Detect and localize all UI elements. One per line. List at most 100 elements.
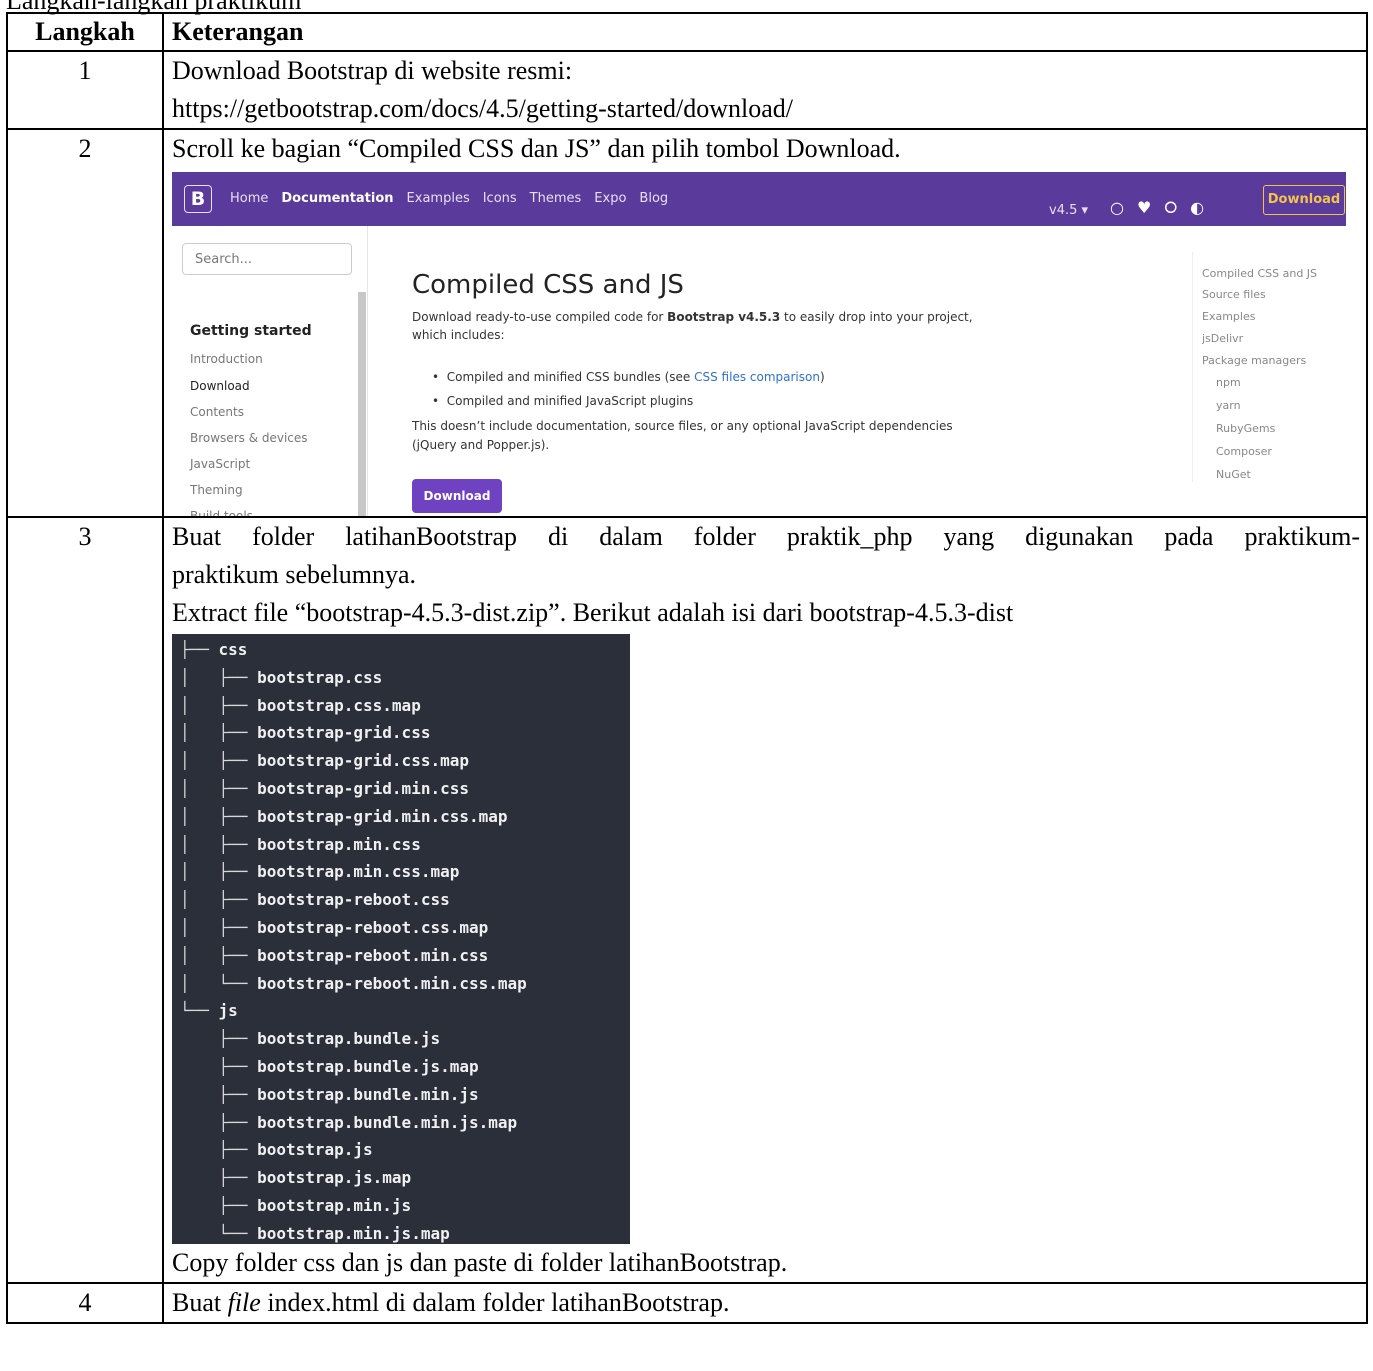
step-description: Buat file index.html di dalam folder lat…	[162, 1282, 1368, 1324]
tree-branch: │ ├──	[180, 834, 258, 854]
tree-line: ├── bootstrap.js	[172, 1136, 630, 1164]
steps-table: Langkah Keterangan 1 Download Bootstrap …	[6, 12, 1368, 1324]
tree-line: │ ├── bootstrap.min.css.map	[172, 858, 630, 886]
step-number: 3	[6, 516, 164, 1284]
table-header-row: Langkah Keterangan	[6, 12, 1368, 52]
tree-line: ├── bootstrap.bundle.js	[172, 1025, 630, 1053]
version-dropdown[interactable]: v4.5 ▾	[1049, 192, 1088, 230]
toc-divider	[1192, 252, 1193, 482]
note-paragraph-cont: (jQuery and Popper.js).	[412, 438, 550, 452]
sidebar-item-build-tools[interactable]: Build tools	[190, 497, 253, 516]
tree-branch: │ ├──	[180, 778, 258, 798]
tree-line: │ ├── bootstrap.min.css	[172, 831, 630, 859]
tree-line: ├── bootstrap.js.map	[172, 1164, 630, 1192]
nav-icons[interactable]: Icons	[483, 180, 517, 218]
tree-entry-name: bootstrap.bundle.js	[257, 1029, 441, 1049]
intro-paragraph: Download ready-to-use compiled code for …	[412, 310, 973, 324]
list-item: • Compiled and minified JavaScript plugi…	[432, 394, 694, 408]
tree-line: │ ├── bootstrap.css.map	[172, 692, 630, 720]
tree-line: ├── bootstrap.min.js	[172, 1192, 630, 1220]
bootstrap-logo[interactable]: B	[184, 185, 212, 213]
tree-entry-name: js	[218, 1001, 238, 1021]
tree-branch: │ ├──	[180, 917, 258, 937]
css-comparison-link[interactable]: CSS files comparison	[694, 370, 820, 384]
tree-entry-name: bootstrap.css.map	[257, 695, 421, 715]
tree-line: │ ├── bootstrap-grid.min.css.map	[172, 803, 630, 831]
twitter-icon[interactable]: ♥	[1137, 189, 1151, 227]
tree-branch: │ ├──	[180, 751, 258, 771]
tree-line: │ ├── bootstrap-grid.css.map	[172, 747, 630, 775]
tree-entry-name: bootstrap-reboot.css	[257, 890, 450, 910]
tree-branch: ├──	[180, 1140, 258, 1160]
tree-entry-name: bootstrap.bundle.js.map	[257, 1056, 479, 1076]
tree-branch: │ ├──	[180, 723, 258, 743]
opencollective-icon[interactable]: ⭘	[1164, 189, 1177, 227]
header-langkah: Langkah	[6, 12, 164, 52]
navbar-download-button[interactable]: Download	[1263, 185, 1345, 215]
tree-branch: └──	[180, 1223, 258, 1243]
nav-documentation[interactable]: Documentation	[281, 180, 393, 218]
tree-line: ├── css	[172, 636, 630, 664]
text-line: praktikum sebelumnya.	[172, 560, 417, 589]
tree-line: │ ├── bootstrap-reboot.min.css	[172, 942, 630, 970]
header-keterangan: Keterangan	[162, 12, 1368, 52]
tree-entry-name: bootstrap-grid.css.map	[257, 751, 469, 771]
tree-line: │ ├── bootstrap-reboot.css.map	[172, 914, 630, 942]
step-number: 1	[6, 50, 164, 130]
github-icon[interactable]: ○	[1110, 189, 1124, 227]
text-line: Download Bootstrap di website resmi:	[172, 56, 573, 85]
tree-branch: │ ├──	[180, 862, 258, 882]
tree-entry-name: bootstrap.min.js.map	[257, 1223, 450, 1243]
nav-themes[interactable]: Themes	[530, 180, 582, 218]
intro-paragraph-cont: which includes:	[412, 328, 505, 342]
toc-subitem[interactable]: NuGet	[1216, 456, 1251, 494]
folder-tree-screenshot: ├── css │ ├── bootstrap.css │ ├── bootstra…	[172, 634, 630, 1244]
tree-line: │ ├── bootstrap.css	[172, 664, 630, 692]
slack-icon[interactable]: ◐	[1190, 189, 1204, 227]
text-line: Scroll ke bagian “Compiled CSS dan JS” d…	[172, 134, 901, 163]
tree-entry-name: bootstrap-grid.min.css	[257, 778, 469, 798]
sidebar-divider	[367, 226, 368, 516]
tree-branch: │ └──	[180, 973, 258, 993]
table-row: 2 Scroll ke bagian “Compiled CSS dan JS”…	[6, 128, 1368, 518]
step-description: Download Bootstrap di website resmi: htt…	[162, 50, 1368, 130]
step-number: 4	[6, 1282, 164, 1324]
sidebar-scrollbar[interactable]	[358, 292, 366, 516]
tree-branch: │ ├──	[180, 890, 258, 910]
tree-branch: ├──	[180, 1029, 258, 1049]
text-line: Extract file “bootstrap-4.5.3-dist.zip”.…	[172, 598, 1014, 627]
step-description: Buat folder latihanBootstrap di dalam fo…	[162, 516, 1368, 1284]
tree-line: │ ├── bootstrap-grid.min.css	[172, 775, 630, 803]
download-url[interactable]: https://getbootstrap.com/docs/4.5/gettin…	[172, 90, 1360, 128]
tree-entry-name: bootstrap-reboot.min.css.map	[257, 973, 527, 993]
tree-line: │ └── bootstrap-reboot.min.css.map	[172, 970, 630, 998]
tree-branch: ├──	[180, 1112, 258, 1132]
tree-entry-name: bootstrap.bundle.min.js.map	[257, 1112, 518, 1132]
text-line: Copy folder css dan js dan paste di fold…	[172, 1248, 788, 1277]
tree-branch: │ ├──	[180, 945, 258, 965]
tree-entry-name: bootstrap.js.map	[257, 1168, 412, 1188]
tree-entry-name: bootstrap.min.js	[257, 1195, 412, 1215]
tree-entry-name: bootstrap.min.css	[257, 834, 421, 854]
tree-line: └── js	[172, 997, 630, 1025]
nav-blog[interactable]: Blog	[639, 180, 668, 218]
tree-branch: ├──	[180, 1195, 258, 1215]
page-heading: Compiled CSS and JS	[412, 270, 684, 300]
nav-expo[interactable]: Expo	[594, 180, 626, 218]
tree-branch: │ ├──	[180, 695, 258, 715]
tree-branch: ├──	[180, 640, 219, 659]
tree-line: ├── bootstrap.bundle.min.js	[172, 1081, 630, 1109]
nav-home[interactable]: Home	[230, 180, 268, 218]
tree-line: │ ├── bootstrap-grid.css	[172, 719, 630, 747]
tree-line: │ ├── bootstrap-reboot.css	[172, 886, 630, 914]
download-button[interactable]: Download	[412, 479, 502, 513]
tree-branch: ├──	[180, 1084, 258, 1104]
table-row: 1 Download Bootstrap di website resmi: h…	[6, 50, 1368, 130]
search-input[interactable]: Search...	[182, 243, 352, 275]
tree-line: ├── bootstrap.bundle.js.map	[172, 1053, 630, 1081]
social-icons: ○ ♥ ⭘ ◐	[1110, 189, 1204, 227]
tree-entry-name: bootstrap-reboot.min.css	[257, 945, 489, 965]
tree-entry-name: bootstrap.bundle.min.js	[257, 1084, 479, 1104]
nav-examples[interactable]: Examples	[407, 180, 470, 218]
table-row: 4 Buat file index.html di dalam folder l…	[6, 1282, 1368, 1324]
